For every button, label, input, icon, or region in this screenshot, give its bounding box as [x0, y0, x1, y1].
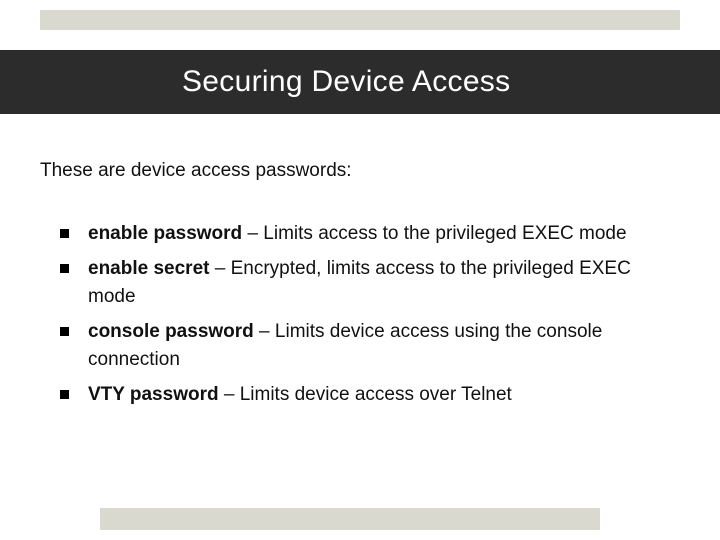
title-bar: Securing Device Access — [0, 50, 720, 114]
list-item: console password – Limits device access … — [60, 318, 660, 375]
slide: Securing Device Access These are device … — [0, 0, 720, 540]
top-decor-bar — [40, 10, 680, 30]
term: console password — [88, 321, 254, 342]
term: VTY password — [88, 384, 219, 405]
term: enable secret — [88, 258, 209, 279]
list-item: VTY password – Limits device access over… — [60, 381, 660, 410]
list-item: enable secret – Encrypted, limits access… — [60, 255, 660, 312]
sep: – — [219, 384, 240, 405]
sep: – — [242, 223, 263, 244]
list-item: enable password – Limits access to the p… — [60, 220, 660, 249]
intro-text: These are device access passwords: — [40, 160, 680, 182]
term: enable password — [88, 223, 242, 244]
bottom-decor-bar — [100, 508, 600, 530]
slide-title: Securing Device Access — [182, 65, 510, 99]
sep: – — [209, 258, 230, 279]
desc: Limits access to the privileged EXEC mod… — [263, 223, 626, 244]
sep: – — [254, 321, 275, 342]
password-list: enable password – Limits access to the p… — [60, 220, 660, 415]
desc: Limits device access over Telnet — [240, 384, 512, 405]
